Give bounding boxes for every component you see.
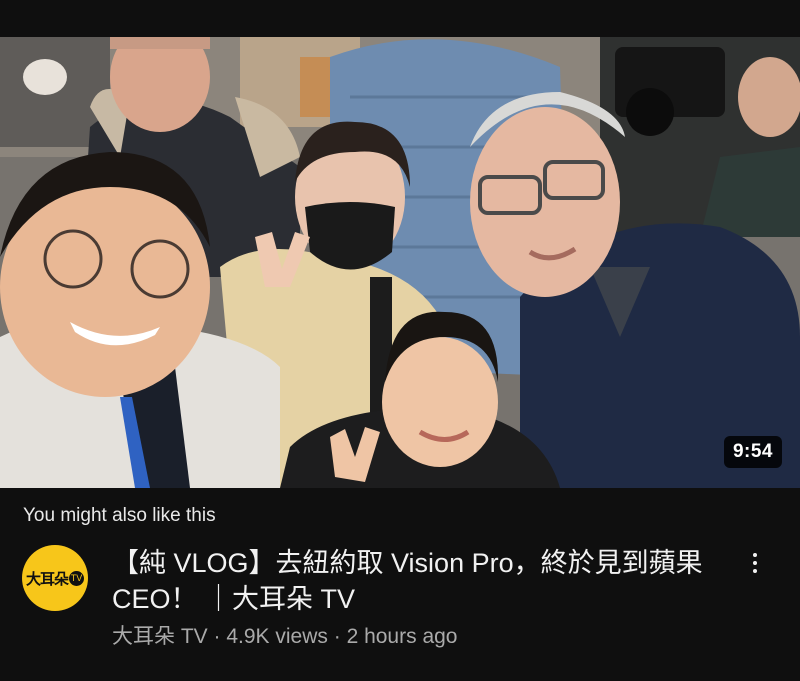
kebab-dot [753,553,757,557]
video-duration-badge: 9:54 [723,436,782,468]
kebab-dot [753,569,757,573]
thumbnail-photo [0,37,800,488]
top-strip [0,0,800,37]
upload-age: 2 hours ago [346,625,458,648]
avatar-logo-text: 大耳朵 [25,570,69,588]
channel-name[interactable]: 大耳朵 TV [112,625,208,648]
video-thumbnail[interactable]: 9:54 [0,37,800,488]
avatar-logo-badge: TV [69,570,84,586]
kebab-dot [753,561,757,565]
section-heading: You might also like this [23,505,216,526]
channel-avatar[interactable]: 大耳朵 TV [22,545,88,611]
more-vert-icon[interactable] [742,546,768,580]
video-title[interactable]: 【純 VLOG】去紐約取 Vision Pro，終於見到蘋果CEO！ ｜大耳朵 … [112,545,722,617]
meta-separator: · [327,625,347,648]
view-count: 4.9K views [226,625,328,648]
video-metadata: 大耳朵 TV · 4.9K views · 2 hours ago [112,620,457,650]
meta-separator: · [207,625,227,648]
